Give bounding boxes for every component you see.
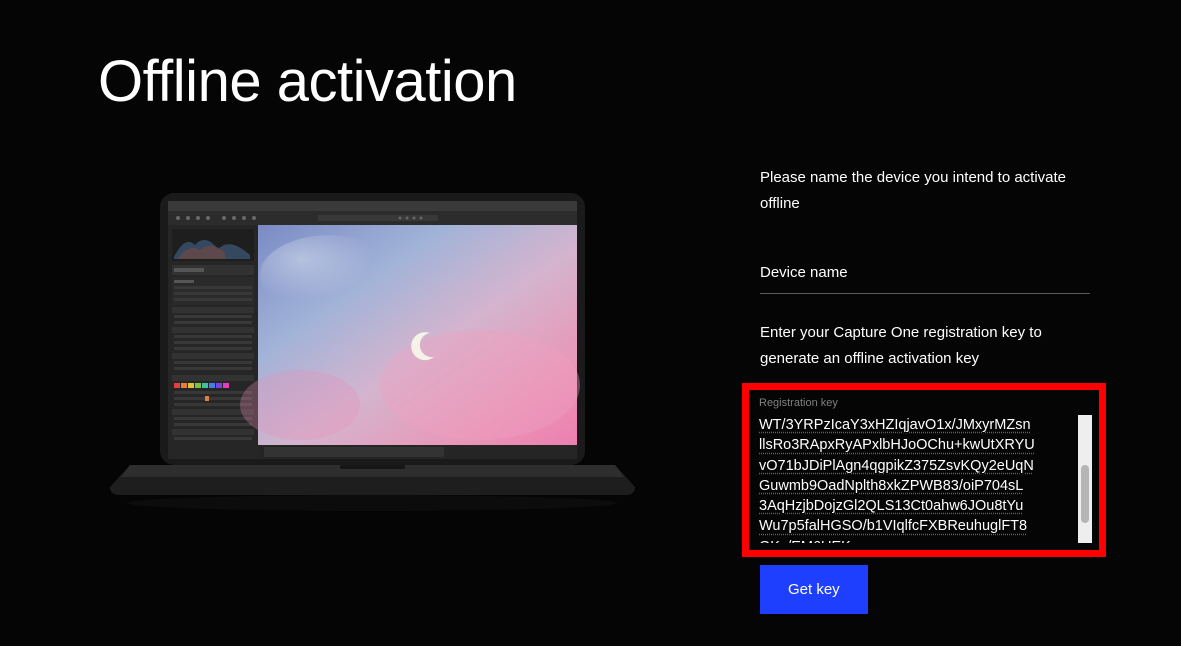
- registration-key-text[interactable]: WT/3YRPzIcaY3xHZIqjavO1x/JMxyrMZsnllsRo3…: [757, 415, 1076, 543]
- page-title: Offline activation: [0, 0, 1181, 115]
- device-instruction: Please name the device you intend to act…: [760, 165, 1100, 216]
- device-name-label: Device name: [760, 264, 1124, 289]
- registration-instruction: Enter your Capture One registration key …: [760, 320, 1100, 371]
- laptop-illustration: [100, 185, 645, 515]
- content-area: Please name the device you intend to act…: [0, 115, 1181, 614]
- registration-key-box: Registration key WT/3YRPzIcaY3xHZIqjavO1…: [742, 383, 1106, 557]
- illustration-column: [100, 165, 680, 614]
- device-name-field[interactable]: Device name: [760, 264, 1124, 294]
- device-name-underline: [760, 293, 1090, 294]
- registration-key-label: Registration key: [757, 397, 1092, 409]
- get-key-button[interactable]: Get key: [760, 565, 868, 614]
- scrollbar[interactable]: [1078, 415, 1092, 543]
- registration-key-field[interactable]: WT/3YRPzIcaY3xHZIqjavO1x/JMxyrMZsnllsRo3…: [757, 415, 1092, 543]
- form-column: Please name the device you intend to act…: [760, 165, 1124, 614]
- scrollbar-thumb[interactable]: [1081, 465, 1089, 523]
